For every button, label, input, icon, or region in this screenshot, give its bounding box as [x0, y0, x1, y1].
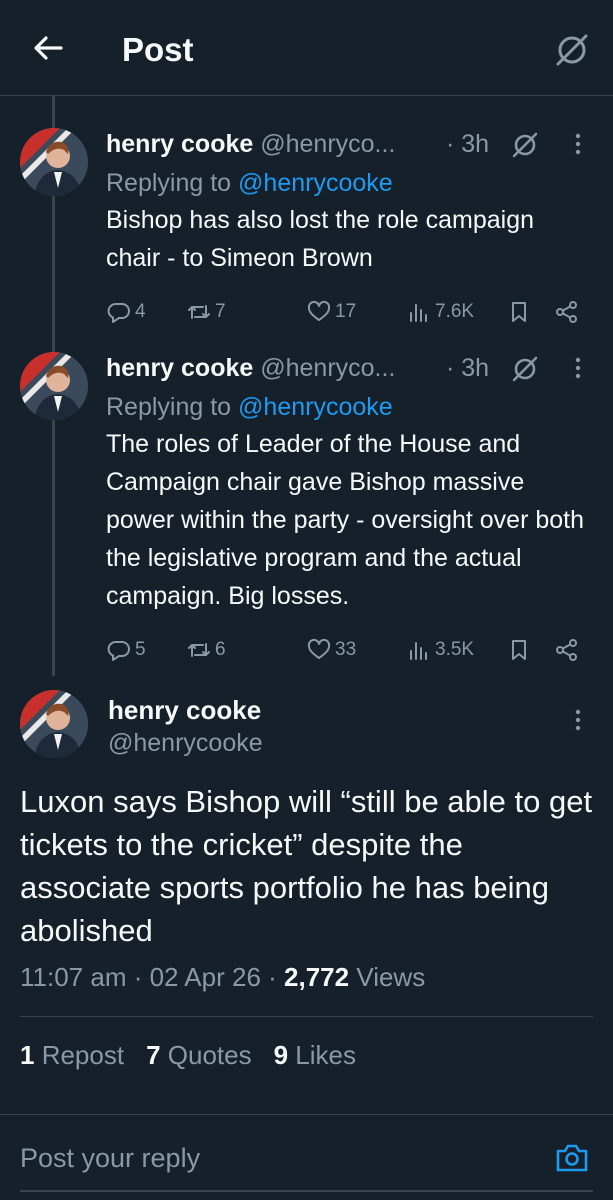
views-count: 3.5K: [435, 639, 475, 660]
more-options-icon[interactable]: [566, 708, 590, 732]
views-chart-icon: [410, 304, 427, 322]
views-button[interactable]: 7.6K: [406, 297, 474, 327]
replying-to-link[interactable]: @henrycooke: [238, 169, 393, 197]
more-options-icon[interactable]: [566, 132, 590, 156]
like-count: 33: [335, 639, 357, 660]
like-button[interactable]: 17: [306, 297, 356, 327]
author-handle[interactable]: @henryco...: [260, 130, 395, 158]
likes-stat[interactable]: 9 Likes: [274, 1040, 356, 1070]
page-title: Post: [122, 31, 194, 68]
quotes-stat[interactable]: 7 Quotes: [146, 1040, 252, 1070]
reply-count: 4: [135, 301, 146, 322]
action-bar: 5 6 33 3.5K: [106, 635, 593, 665]
bookmark-button[interactable]: [506, 635, 532, 665]
avatar[interactable]: [20, 352, 88, 420]
post-time[interactable]: · 3h: [446, 352, 489, 384]
post-date[interactable]: 02 Apr 26: [150, 962, 261, 992]
repost-count: 6: [215, 639, 226, 660]
reply-icon: [107, 641, 130, 661]
views-chart-icon: [410, 642, 427, 660]
reply-input[interactable]: Post your reply: [20, 1140, 200, 1176]
reply-header: henry cooke @henryco... · 3h: [106, 352, 593, 384]
engagement-stats: 1 Repost 7 Quotes 9 Likes: [20, 1038, 356, 1072]
replying-to: Replying to @henrycooke: [106, 393, 393, 421]
replying-to: Replying to @henrycooke: [106, 169, 393, 197]
main-tweet-text: Luxon says Bishop will “still be able to…: [20, 784, 593, 948]
action-bar: 4 7 17 7.6K: [106, 297, 593, 327]
post-time[interactable]: 11:07 am: [20, 962, 126, 992]
bookmark-button[interactable]: [506, 297, 532, 327]
camera-button[interactable]: [554, 1140, 590, 1176]
share-button[interactable]: [554, 297, 580, 327]
author-handle[interactable]: @henryco...: [260, 354, 395, 382]
repost-button[interactable]: 6: [186, 635, 226, 665]
bookmark-icon: [512, 640, 526, 660]
like-button[interactable]: 33: [306, 635, 356, 665]
share-icon: [556, 301, 577, 323]
reply-icon: [107, 303, 130, 323]
repost-icon: [188, 305, 210, 319]
arrow-left-icon: [34, 36, 63, 60]
repost-button[interactable]: 7: [186, 297, 226, 327]
camera-icon: [556, 1144, 588, 1172]
grok-icon[interactable]: [510, 354, 540, 384]
author-name[interactable]: henry cooke: [108, 693, 261, 727]
post-metadata: 11:07 am · 02 Apr 26 · 2,772 Views: [20, 962, 426, 992]
reply-count: 5: [135, 639, 146, 660]
repost-icon: [188, 643, 210, 657]
replying-to-link[interactable]: @henrycooke: [238, 393, 393, 421]
author-name[interactable]: henry cooke: [106, 354, 253, 382]
tweet-text: The roles of Leader of the House and Cam…: [106, 430, 585, 610]
post-time[interactable]: · 3h: [446, 128, 489, 160]
top-bar: Post: [0, 0, 613, 96]
heart-icon: [307, 638, 331, 659]
share-button[interactable]: [554, 635, 580, 665]
heart-icon: [307, 300, 331, 321]
grok-button[interactable]: [552, 30, 592, 70]
author-name[interactable]: henry cooke: [106, 130, 253, 158]
input-underline: [20, 1190, 593, 1192]
grok-icon: [556, 34, 588, 66]
back-button[interactable]: [28, 28, 68, 68]
views-count: 7.6K: [435, 301, 475, 322]
reposts-stat[interactable]: 1 Repost: [20, 1040, 124, 1070]
divider: [20, 1016, 593, 1017]
author-handle[interactable]: @henrycooke: [108, 726, 263, 760]
avatar[interactable]: [20, 690, 88, 758]
tweet-text: Bishop has also lost the role campaign c…: [106, 206, 535, 272]
views-count: 2,772: [284, 962, 350, 992]
grok-icon[interactable]: [510, 130, 540, 160]
reply-button[interactable]: 5: [106, 635, 146, 665]
more-options-icon[interactable]: [566, 356, 590, 380]
avatar[interactable]: [20, 128, 88, 196]
views-button[interactable]: 3.5K: [406, 635, 474, 665]
reply-header: henry cooke @henryco... · 3h: [106, 128, 593, 160]
repost-count: 7: [215, 301, 226, 322]
share-icon: [556, 639, 577, 661]
divider: [0, 1114, 613, 1115]
bookmark-icon: [512, 302, 526, 322]
reply-button[interactable]: 4: [106, 297, 146, 327]
views-label: Views: [349, 962, 426, 992]
like-count: 17: [335, 301, 357, 322]
